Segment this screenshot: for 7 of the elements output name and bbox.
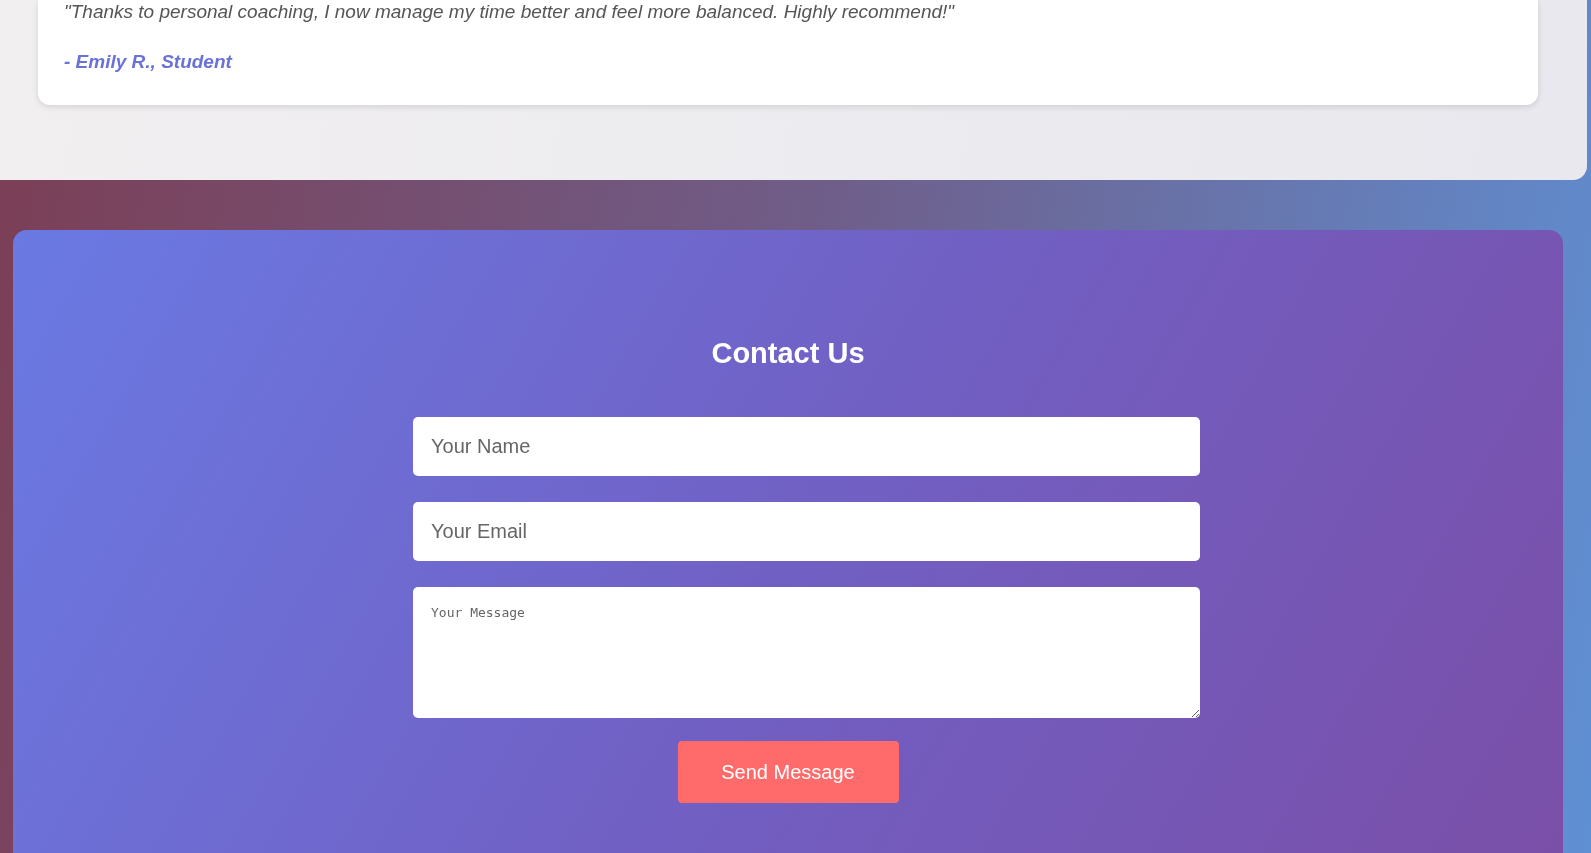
testimonial-quote: "Thanks to personal coaching, I now manage my time better and feel more balanced. Highly recommend!" xyxy=(64,0,956,24)
input-field[interactable]: Your Email xyxy=(413,502,1200,561)
send-button[interactable]: Send Message xyxy=(677,741,899,803)
input-field[interactable]: Your Name xyxy=(413,417,1200,476)
contact-title: Contact Us xyxy=(711,336,865,371)
testimonial-author: - Emily R., Student xyxy=(64,51,234,73)
message-field[interactable]: Your Message xyxy=(413,587,1200,718)
